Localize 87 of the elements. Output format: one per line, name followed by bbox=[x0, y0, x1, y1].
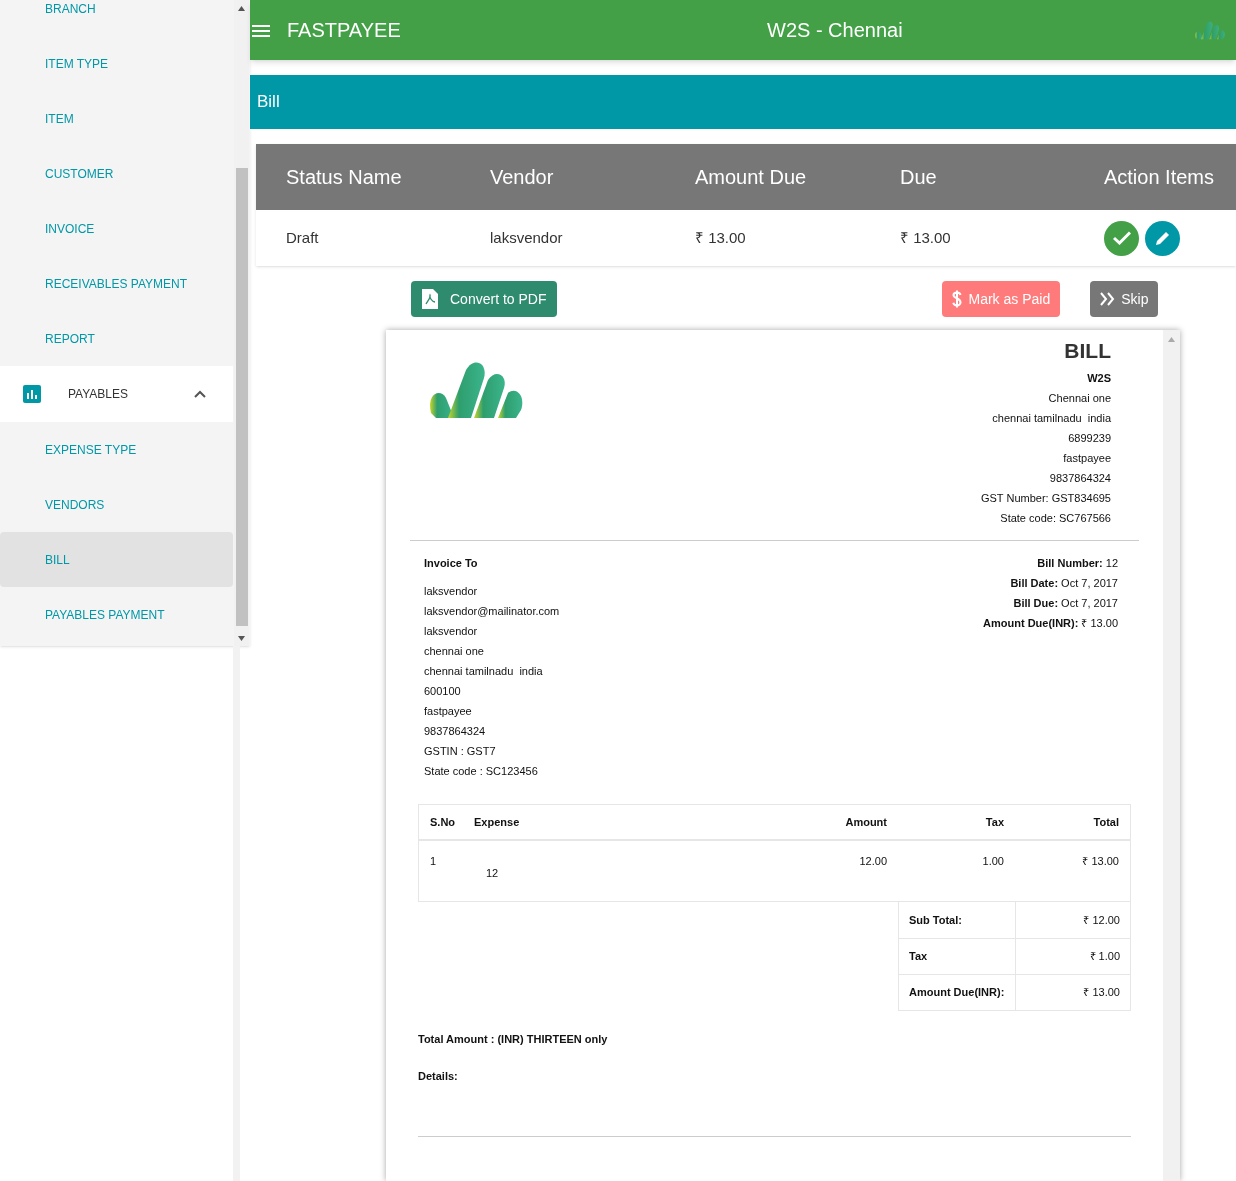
company-detail: 9837864324 bbox=[1049, 471, 1111, 486]
check-icon bbox=[1112, 231, 1131, 245]
total-value: ₹ 1.00 bbox=[1089, 949, 1121, 965]
sidebar-item[interactable]: EXPENSE TYPE bbox=[0, 422, 233, 477]
vendor-detail: 600100 bbox=[424, 684, 462, 699]
edit-button[interactable] bbox=[1145, 220, 1180, 256]
bill-meta: Bill Number: 12 bbox=[1037, 556, 1118, 571]
table-cell-text: Draft bbox=[286, 227, 320, 248]
sidebar-item[interactable]: BILL bbox=[0, 532, 233, 587]
dollar-icon bbox=[952, 290, 963, 308]
column-header: Tax bbox=[985, 814, 1004, 830]
sidebar-group-header[interactable]: PAYABLES bbox=[0, 366, 233, 422]
scrollbar[interactable] bbox=[234, 0, 249, 646]
up-arrow-icon bbox=[1168, 337, 1175, 342]
table-cell-text: ₹ 13.00 bbox=[1082, 854, 1119, 869]
bill-meta: Bill Date: Oct 7, 2017 bbox=[1010, 576, 1118, 591]
details-label: Details: bbox=[418, 1068, 459, 1084]
sidebar-item[interactable]: REPORT bbox=[0, 311, 233, 366]
app-name: FASTPAYEE bbox=[287, 18, 401, 43]
vendor-detail: 9837864324 bbox=[424, 724, 487, 739]
menu-icon[interactable] bbox=[252, 23, 270, 37]
down-arrow-icon bbox=[238, 636, 245, 641]
up-arrow-icon bbox=[238, 6, 245, 11]
total-value: ₹ 13.00 bbox=[1083, 985, 1121, 1001]
column-header: S.No bbox=[430, 814, 457, 830]
total-value: ₹ 12.00 bbox=[1083, 912, 1121, 928]
company-detail: fastpayee bbox=[1063, 451, 1111, 466]
pdf-file-icon bbox=[422, 289, 438, 309]
bill-meta: Bill Due: Oct 7, 2017 bbox=[1013, 596, 1118, 611]
company-detail: State code: SC767566 bbox=[1000, 511, 1111, 526]
column-header: Action Items bbox=[1103, 165, 1214, 190]
company-detail: 6899239 bbox=[1068, 431, 1111, 446]
vendor-detail: laksvendor@mailinator.com bbox=[424, 604, 560, 619]
table-cell-text: 1.00 bbox=[982, 854, 1004, 869]
pencil-icon bbox=[1154, 230, 1171, 246]
sidebar-item[interactable]: PAYABLES PAYMENT bbox=[0, 587, 233, 642]
bill-heading: BILL bbox=[1064, 340, 1111, 362]
vendor-detail: GSTIN : GST7 bbox=[424, 744, 497, 759]
company-detail: chennai tamilnadu india bbox=[992, 411, 1111, 426]
vendor-detail: laksvendor bbox=[424, 584, 479, 599]
branch-name: W2S - Chennai bbox=[767, 18, 903, 43]
total-label: Amount Due(INR): bbox=[899, 975, 1016, 1010]
column-header: Vendor bbox=[490, 165, 555, 190]
total-in-words: Total Amount : (INR) THIRTEEN only bbox=[418, 1032, 609, 1047]
table-cell-text: 12.00 bbox=[859, 854, 887, 869]
sidebar-item[interactable]: VENDORS bbox=[0, 477, 233, 532]
sidebar-item[interactable]: CUSTOMER bbox=[0, 146, 233, 201]
table-cell-text: laksvendor bbox=[490, 227, 564, 248]
column-header: Amount Due bbox=[695, 165, 808, 190]
vendor-detail: chennai one bbox=[424, 644, 485, 659]
invoice-to-label: Invoice To bbox=[424, 556, 479, 571]
company-detail: W2S bbox=[1087, 371, 1111, 386]
sidebar-item[interactable]: INVOICE bbox=[0, 201, 233, 256]
page-title: Bill bbox=[257, 91, 280, 114]
skip-button[interactable]: Skip bbox=[1090, 281, 1159, 317]
double-chevron-icon bbox=[1100, 292, 1116, 306]
column-header: Amount bbox=[845, 814, 887, 830]
vendor-detail: chennai tamilnadu india bbox=[424, 664, 544, 679]
logo-icon bbox=[1194, 19, 1226, 41]
group-label: PAYABLES bbox=[68, 386, 129, 403]
scrollbar-thumb[interactable] bbox=[235, 167, 248, 626]
convert-pdf-button[interactable]: Convert to PDF bbox=[411, 281, 558, 317]
sidebar-item[interactable]: ITEM TYPE bbox=[0, 36, 233, 91]
vendor-detail: fastpayee bbox=[424, 704, 473, 719]
sidebar-item[interactable]: RECEIVABLES PAYMENT bbox=[0, 256, 233, 311]
table-cell-text: ₹ 13.00 bbox=[900, 227, 952, 248]
chevron-icon bbox=[194, 390, 206, 398]
sidebar-item[interactable]: ITEM bbox=[0, 91, 233, 146]
company-detail: Chennai one bbox=[1048, 391, 1111, 406]
mark-paid-button[interactable]: Mark as Paid bbox=[942, 281, 1061, 317]
table-cell-text: 12 bbox=[486, 866, 500, 881]
document-scrollbar[interactable] bbox=[1163, 330, 1180, 1181]
column-header: Status Name bbox=[286, 165, 403, 190]
bar-chart-icon bbox=[23, 385, 41, 403]
company-detail: GST Number: GST834695 bbox=[980, 491, 1111, 506]
column-header: Total bbox=[1093, 814, 1119, 830]
sidebar-item[interactable]: BRANCH bbox=[0, 0, 233, 36]
total-label: Sub Total: bbox=[899, 902, 1016, 938]
vendor-detail: State code : SC123456 bbox=[424, 764, 539, 779]
column-header: Due bbox=[900, 165, 938, 190]
approve-button[interactable] bbox=[1104, 220, 1139, 256]
bill-meta: Amount Due(INR): ₹ 13.00 bbox=[983, 616, 1118, 631]
table-cell-text: 1 bbox=[430, 854, 438, 869]
total-label: Tax bbox=[899, 939, 1016, 974]
vendor-detail: laksvendor bbox=[424, 624, 479, 639]
column-header: Expense bbox=[474, 814, 521, 830]
table-cell-text: ₹ 13.00 bbox=[695, 227, 747, 248]
